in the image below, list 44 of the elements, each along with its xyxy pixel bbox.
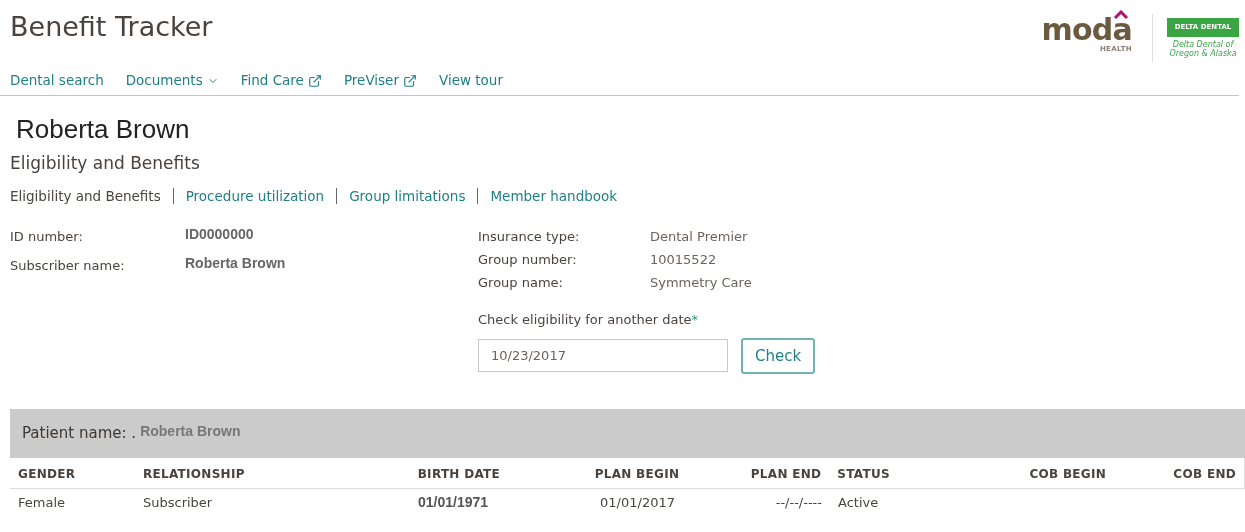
field-value: Roberta Brown	[185, 253, 286, 273]
field-value: 10015522	[650, 251, 717, 270]
table-cell: Active	[838, 494, 879, 510]
nav-link[interactable]: View tour	[438, 70, 503, 91]
column-header: BIRTH DATE	[417, 466, 501, 481]
field-label: Group number:	[478, 251, 578, 270]
field-label: Insurance type:	[478, 228, 581, 247]
column-header: COB END	[1173, 466, 1236, 481]
external-link-icon	[307, 73, 322, 88]
field-value: Dental Premier	[650, 228, 748, 247]
table-cell: 01/01/2017	[600, 494, 675, 510]
field-label: ID number:	[10, 228, 84, 247]
section-title: Eligibility and Benefits	[9, 152, 201, 174]
field-value: Symmetry Care	[650, 274, 752, 293]
field-label: Subscriber name:	[10, 256, 126, 275]
column-header: GENDER	[18, 466, 76, 481]
check-button[interactable]: Check	[741, 337, 816, 374]
table-cell: Subscriber	[143, 494, 213, 510]
nav-link[interactable]: Find Care	[240, 70, 322, 91]
patient-name: Roberta Brown	[140, 421, 241, 441]
member-name: Roberta Brown	[16, 114, 191, 144]
nav-link[interactable]: PreViser	[343, 70, 417, 91]
column-header: RELATIONSHIP	[142, 466, 245, 481]
column-header: PLAN BEGIN	[594, 466, 680, 481]
external-link-icon	[402, 73, 417, 88]
field-label: Group name:	[478, 274, 564, 293]
patient-label: Patient name: .	[22, 423, 137, 444]
date-label: Check eligibility for another date*	[478, 311, 699, 330]
table-cell: Female	[18, 494, 65, 510]
app-title: Benefit Tracker	[10, 10, 213, 44]
column-header: STATUS	[837, 466, 890, 481]
subnav-tab[interactable]: Member handbook	[490, 186, 618, 207]
partner-caption: Delta Dental of Oregon & Alaska	[1168, 39, 1238, 58]
column-header: COB BEGIN	[1029, 466, 1107, 481]
nav-link[interactable]: Documents	[125, 70, 219, 91]
column-header: PLAN END	[750, 466, 822, 481]
table-cell: --/--/----	[775, 494, 822, 510]
field-value: ID0000000	[185, 225, 254, 245]
nav-link[interactable]: Dental search	[10, 70, 104, 91]
table-cell: 01/01/1971	[418, 493, 489, 510]
subnav-tab[interactable]: Procedure utilization	[185, 186, 325, 207]
subnav-tab[interactable]: Eligibility and Benefits	[10, 186, 161, 207]
subnav-tab[interactable]: Group limitations	[349, 186, 466, 207]
date-field[interactable]: 10/23/2017	[478, 339, 728, 373]
